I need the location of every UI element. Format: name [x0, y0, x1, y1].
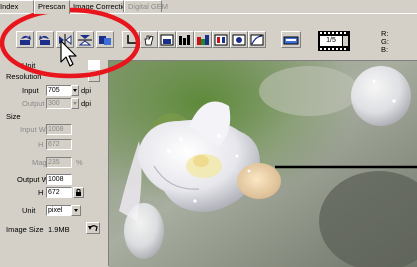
chevron-down-icon: [74, 209, 78, 212]
size-label: Size: [6, 112, 21, 121]
film-perforation-bottom: [320, 48, 348, 50]
frame-counter: 1/5: [320, 36, 342, 46]
input-label: Input: [22, 86, 39, 95]
output-height-field[interactable]: 672: [46, 187, 72, 198]
reset-button[interactable]: [86, 222, 100, 234]
mag-label: Mag: [32, 158, 47, 167]
chevron-down-icon: [73, 89, 77, 92]
input-height-field[interactable]: 672: [46, 139, 72, 150]
output-width-field[interactable]: 1008: [46, 174, 72, 185]
input-width-field[interactable]: 1008: [46, 124, 72, 135]
curves-button[interactable]: [248, 31, 266, 48]
input-height-label: H: [38, 140, 44, 149]
frame-next-button[interactable]: [343, 36, 348, 46]
zoom-icon: [160, 34, 174, 45]
color-balance-button[interactable]: [212, 31, 230, 48]
blue-label: B:: [381, 45, 389, 54]
view-button[interactable]: [176, 31, 194, 48]
film-strip: 1/5: [318, 31, 350, 51]
input-dpi-unit: dpi: [81, 86, 92, 95]
unit-select[interactable]: pixel: [46, 205, 72, 216]
input-width-label: Input W: [20, 125, 46, 134]
color-channels-button[interactable]: [230, 31, 248, 48]
image-size-label: Image Size: [6, 225, 44, 234]
tab-prescan[interactable]: Prescan: [34, 0, 70, 14]
unit-label: Unit: [22, 206, 36, 215]
input-resolution-dropdown[interactable]: [71, 85, 79, 96]
color-balance-icon: [214, 34, 228, 45]
output-resolution-dropdown[interactable]: [71, 98, 79, 109]
histogram-button[interactable]: [194, 31, 212, 48]
scanner-icon: [283, 36, 299, 44]
highlight-circle: [0, 7, 141, 79]
tab-strip: Index Prescan Image Correction Digital G…: [0, 0, 417, 14]
mag-field[interactable]: 235: [46, 157, 72, 168]
mouse-cursor: [60, 40, 77, 67]
output-dpi-unit: dpi: [81, 99, 92, 108]
output-height-label: H: [38, 188, 44, 197]
preview-frame: [108, 60, 417, 267]
view-icon: [179, 34, 190, 45]
zoom-button[interactable]: [158, 31, 176, 48]
image-size-value: 1.9MB: [48, 225, 70, 234]
flower-preview-image[interactable]: [109, 61, 417, 267]
output-width-label: Output W: [17, 175, 49, 184]
film-perforation-top: [320, 32, 348, 34]
curves-icon: [250, 34, 264, 45]
chevron-down-icon: [73, 102, 77, 105]
undo-icon: [88, 225, 98, 232]
lock-ratio-button[interactable]: [73, 187, 84, 198]
histogram-icon: [197, 34, 209, 45]
unit-dropdown[interactable]: [71, 205, 81, 216]
scan-settings-button[interactable]: [281, 31, 301, 48]
mag-percent-unit: %: [76, 158, 83, 167]
lock-icon: [76, 188, 81, 196]
output-resolution-field[interactable]: 300: [46, 98, 72, 109]
input-resolution-field[interactable]: 705: [46, 85, 72, 96]
output-label: Output: [22, 99, 45, 108]
color-channels-icon: [232, 34, 246, 45]
